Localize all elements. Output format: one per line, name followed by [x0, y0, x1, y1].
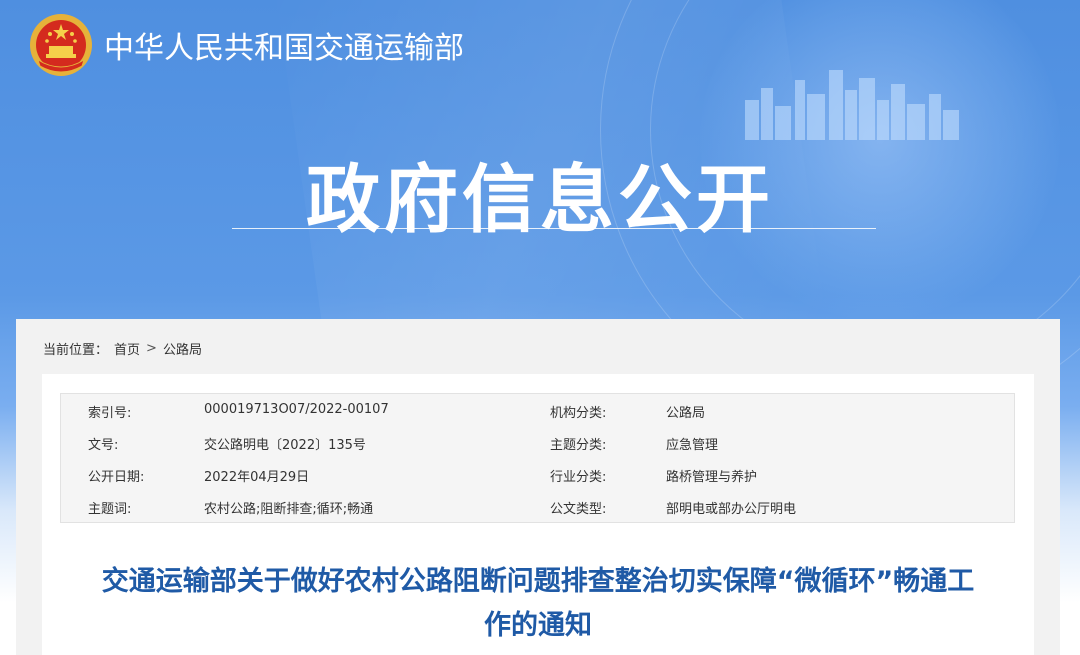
meta-label: 公文类型: — [550, 502, 607, 517]
table-row: 主题词: 农村公路;阻断排查;循环;畅通 公文类型: 部明电或部办公厅明电 — [61, 490, 1016, 522]
main-panel: 当前位置： 首页 > 公路局 索引号: 000019713O07/2022-00… — [16, 319, 1060, 655]
meta-value: 农村公路;阻断排查;循环;畅通 — [204, 502, 374, 517]
breadcrumb-prefix: 当前位置： — [43, 343, 109, 358]
document-title-line: 交通运输部关于做好农村公路阻断问题排查整治切实保障“微循环”畅通工 — [101, 566, 975, 597]
meta-label: 索引号: — [88, 406, 132, 421]
meta-value: 路桥管理与养护 — [666, 470, 758, 485]
breadcrumb-current-link[interactable]: 公路局 — [163, 339, 202, 358]
meta-label: 文号: — [88, 438, 119, 453]
meta-value: 部明电或部办公厅明电 — [666, 502, 797, 517]
meta-label: 公开日期: — [88, 470, 145, 485]
meta-value: 2022年04月29日 — [204, 470, 310, 485]
meta-label: 机构分类: — [550, 406, 607, 421]
site-name[interactable]: 中华人民共和国交通运输部 — [104, 23, 464, 67]
meta-value: 交公路明电〔2022〕135号 — [204, 438, 366, 453]
table-row: 公开日期: 2022年04月29日 行业分类: 路桥管理与养护 — [61, 458, 1016, 490]
document-title-line: 作的通知 — [484, 610, 592, 641]
meta-label: 主题分类: — [550, 438, 607, 453]
city-skyline-icon — [745, 70, 959, 140]
document-metadata-table: 索引号: 000019713O07/2022-00107 机构分类: 公路局 文… — [60, 393, 1015, 523]
meta-value: 应急管理 — [666, 438, 719, 453]
meta-value: 000019713O07/2022-00107 — [204, 402, 389, 417]
table-row: 文号: 交公路明电〔2022〕135号 主题分类: 应急管理 — [61, 426, 1016, 458]
table-row: 索引号: 000019713O07/2022-00107 机构分类: 公路局 — [61, 394, 1016, 426]
title-divider — [232, 228, 876, 229]
breadcrumb-home-link[interactable]: 首页 — [114, 339, 140, 358]
breadcrumb-separator: > — [146, 341, 157, 356]
page-title: 政府信息公开 — [306, 157, 774, 243]
article-content: 索引号: 000019713O07/2022-00107 机构分类: 公路局 文… — [42, 374, 1034, 655]
meta-label: 主题词: — [88, 502, 132, 517]
meta-value: 公路局 — [666, 406, 706, 421]
breadcrumb: 当前位置： 首页 > 公路局 — [43, 339, 202, 358]
site-header: 中华人民共和国交通运输部 — [28, 10, 464, 80]
national-emblem-icon[interactable] — [28, 12, 94, 78]
meta-label: 行业分类: — [550, 470, 607, 485]
document-title: 交通运输部关于做好农村公路阻断问题排查整治切实保障“微循环”畅通工 作的通知 — [42, 560, 1034, 648]
